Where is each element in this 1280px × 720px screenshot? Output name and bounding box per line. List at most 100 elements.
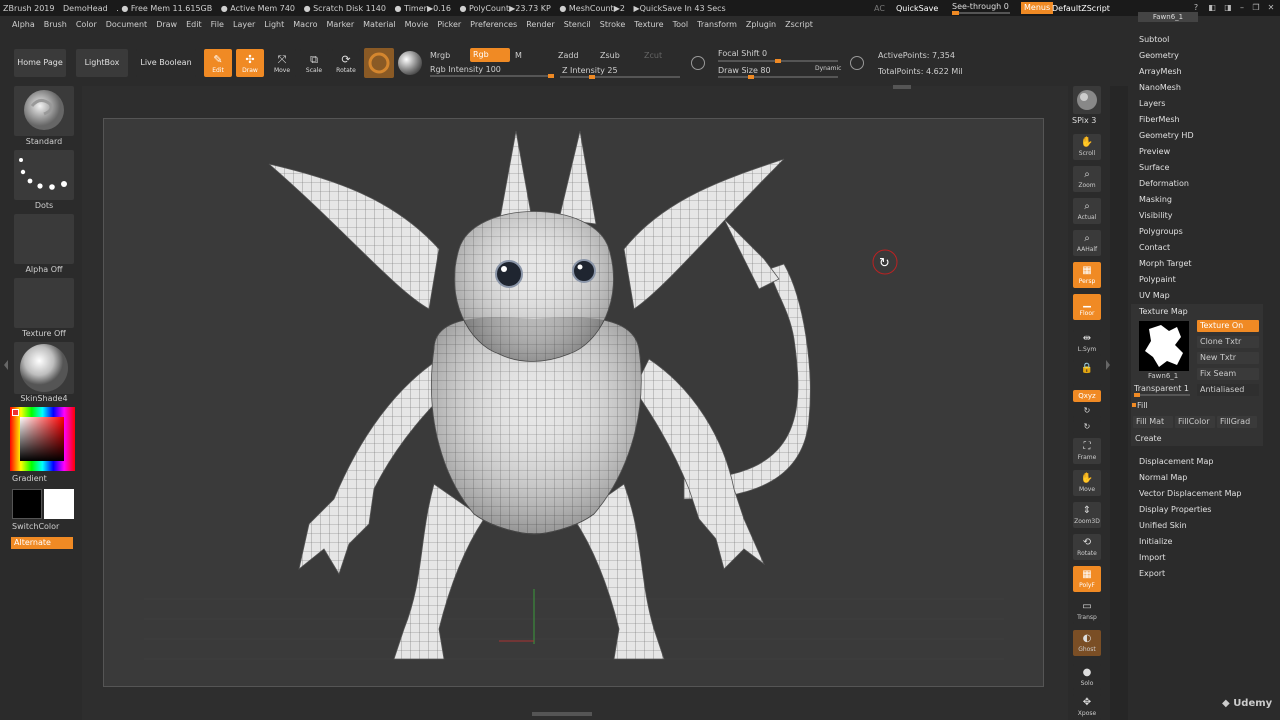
actual-button[interactable]: ⌕ Actual xyxy=(1073,198,1101,224)
zoom3d-button[interactable]: ⇕ Zoom3D xyxy=(1073,502,1101,528)
spix-label[interactable]: SPix 3 xyxy=(1072,116,1096,125)
texture-map-menu[interactable]: Texture Map xyxy=(1139,307,1188,316)
rotate-y-icon[interactable]: ↻ xyxy=(1073,404,1101,418)
menu-movie[interactable]: Movie xyxy=(405,20,429,29)
color-picker[interactable] xyxy=(10,407,75,471)
minimize-icon[interactable]: – xyxy=(1236,2,1248,14)
material-slot[interactable] xyxy=(14,342,74,394)
menu-stencil[interactable]: Stencil xyxy=(564,20,591,29)
fibermesh-menu[interactable]: FiberMesh xyxy=(1139,115,1180,124)
export-menu[interactable]: Export xyxy=(1139,569,1165,578)
menu-alpha[interactable]: Alpha xyxy=(12,20,35,29)
texture-thumbnail[interactable] xyxy=(1139,321,1189,371)
persp-button[interactable]: ▦ Persp xyxy=(1073,262,1101,288)
subtool-menu[interactable]: Subtool xyxy=(1139,35,1169,44)
floor-button[interactable]: ▁ Floor xyxy=(1073,294,1101,320)
maximize-icon[interactable]: ◨ xyxy=(1222,2,1234,14)
dynamic-button[interactable]: Dynamic xyxy=(815,65,841,72)
menu-stroke[interactable]: Stroke xyxy=(600,20,626,29)
zcut-button[interactable]: Zcut xyxy=(644,51,662,60)
color-sphere-icon[interactable] xyxy=(398,51,422,75)
menu-tool[interactable]: Tool xyxy=(673,20,689,29)
bpr-button[interactable] xyxy=(1073,86,1101,114)
polyf-button[interactable]: ▦ PolyF xyxy=(1073,566,1101,592)
displacement-map-menu[interactable]: Displacement Map xyxy=(1139,457,1213,466)
arraymesh-menu[interactable]: ArrayMesh xyxy=(1139,67,1182,76)
menu-layer[interactable]: Layer xyxy=(233,20,255,29)
scroll-button[interactable]: ✋ Scroll xyxy=(1073,134,1101,160)
antialiased-button[interactable]: Antialiased xyxy=(1197,384,1259,396)
new-txtr-button[interactable]: New Txtr xyxy=(1197,352,1259,364)
polygroups-menu[interactable]: Polygroups xyxy=(1139,227,1183,236)
quicksave-button[interactable]: QuickSave xyxy=(896,0,938,16)
lsym-button[interactable]: ⇹ L.Sym xyxy=(1073,330,1101,356)
aahalf-button[interactable]: ⌕ AAHalf xyxy=(1073,230,1101,256)
texture-slot[interactable] xyxy=(14,278,74,328)
canvas-bottom-scroll[interactable] xyxy=(532,712,592,716)
transp-button[interactable]: ▭ Transp xyxy=(1073,598,1101,624)
layers-menu[interactable]: Layers xyxy=(1139,99,1165,108)
menu-zscript[interactable]: Zscript xyxy=(785,20,813,29)
xyz-button[interactable]: Qxyz xyxy=(1073,390,1101,402)
left-collapse-arrow-icon[interactable] xyxy=(4,360,8,370)
alternate-button[interactable]: Alternate xyxy=(11,537,73,549)
ghost-button[interactable]: ◐ Ghost xyxy=(1073,630,1101,656)
polypaint-menu[interactable]: Polypaint xyxy=(1139,275,1176,284)
zsub-button[interactable]: Zsub xyxy=(600,51,620,60)
menu-draw[interactable]: Draw xyxy=(156,20,177,29)
menu-light[interactable]: Light xyxy=(264,20,284,29)
transparent-slider[interactable] xyxy=(1134,393,1190,397)
stroke-slot[interactable] xyxy=(14,150,74,200)
uv-map-menu[interactable]: UV Map xyxy=(1139,291,1170,300)
menu-document[interactable]: Document xyxy=(106,20,147,29)
import-menu[interactable]: Import xyxy=(1139,553,1166,562)
menu-texture[interactable]: Texture xyxy=(634,20,663,29)
morph-target-menu[interactable]: Morph Target xyxy=(1139,259,1192,268)
menus-toggle[interactable]: Menus xyxy=(1021,2,1054,14)
unified-skin-menu[interactable]: Unified Skin xyxy=(1139,521,1187,530)
menu-macro[interactable]: Macro xyxy=(293,20,317,29)
close-icon[interactable]: ✕ xyxy=(1265,2,1277,14)
fill-color-button[interactable]: FillColor xyxy=(1175,416,1215,428)
geometry-menu[interactable]: Geometry xyxy=(1139,51,1179,60)
canvas-scroll-handle[interactable] xyxy=(893,85,911,89)
menu-zplugin[interactable]: Zplugin xyxy=(746,20,776,29)
main-color-swatch[interactable] xyxy=(12,489,42,519)
m-button[interactable]: M xyxy=(515,51,522,60)
create-menu[interactable]: Create xyxy=(1135,434,1162,443)
solo-button[interactable]: ● Solo xyxy=(1073,664,1101,690)
gradient-toggle[interactable]: Gradient xyxy=(12,474,47,483)
move-button[interactable]: ⤧ Move xyxy=(268,49,296,77)
fill-grad-button[interactable]: FillGrad xyxy=(1217,416,1257,428)
menu-color[interactable]: Color xyxy=(76,20,97,29)
menu-brush[interactable]: Brush xyxy=(44,20,67,29)
vector-displacement-map-menu[interactable]: Vector Displacement Map xyxy=(1139,489,1241,498)
edit-button[interactable]: ✎ Edit xyxy=(204,49,232,77)
preview-menu[interactable]: Preview xyxy=(1139,147,1170,156)
surface-menu[interactable]: Surface xyxy=(1139,163,1169,172)
alpha-slot[interactable] xyxy=(14,214,74,264)
rgb-button[interactable]: Rgb xyxy=(470,48,510,62)
z-intensity-slider[interactable] xyxy=(560,75,680,79)
lightbox-button[interactable]: LightBox xyxy=(76,49,128,77)
menu-material[interactable]: Material xyxy=(363,20,396,29)
default-zscript-button[interactable]: DefaultZScript xyxy=(1052,0,1110,16)
rotate-z-icon[interactable]: ↻ xyxy=(1073,420,1101,434)
draw-button[interactable]: ✣ Draw xyxy=(236,49,264,77)
masking-menu[interactable]: Masking xyxy=(1139,195,1172,204)
home-page-button[interactable]: Home Page xyxy=(14,49,66,77)
material-swatch[interactable] xyxy=(364,48,394,78)
frame-button[interactable]: ⛶ Frame xyxy=(1073,438,1101,464)
menu-marker[interactable]: Marker xyxy=(326,20,354,29)
scale-button[interactable]: ⧉ Scale xyxy=(300,49,328,77)
switch-color-button[interactable]: SwitchColor xyxy=(12,522,59,531)
initialize-menu[interactable]: Initialize xyxy=(1139,537,1172,546)
menu-render[interactable]: Render xyxy=(526,20,554,29)
geometry-hd-menu[interactable]: Geometry HD xyxy=(1139,131,1194,140)
fix-seam-button[interactable]: Fix Seam xyxy=(1197,368,1259,380)
draw-size-slider[interactable] xyxy=(718,75,838,79)
contact-menu[interactable]: Contact xyxy=(1139,243,1170,252)
menu-file[interactable]: File xyxy=(211,20,224,29)
xpose-button[interactable]: ✥ Xpose xyxy=(1073,694,1101,720)
restore-icon[interactable]: ❐ xyxy=(1250,2,1262,14)
